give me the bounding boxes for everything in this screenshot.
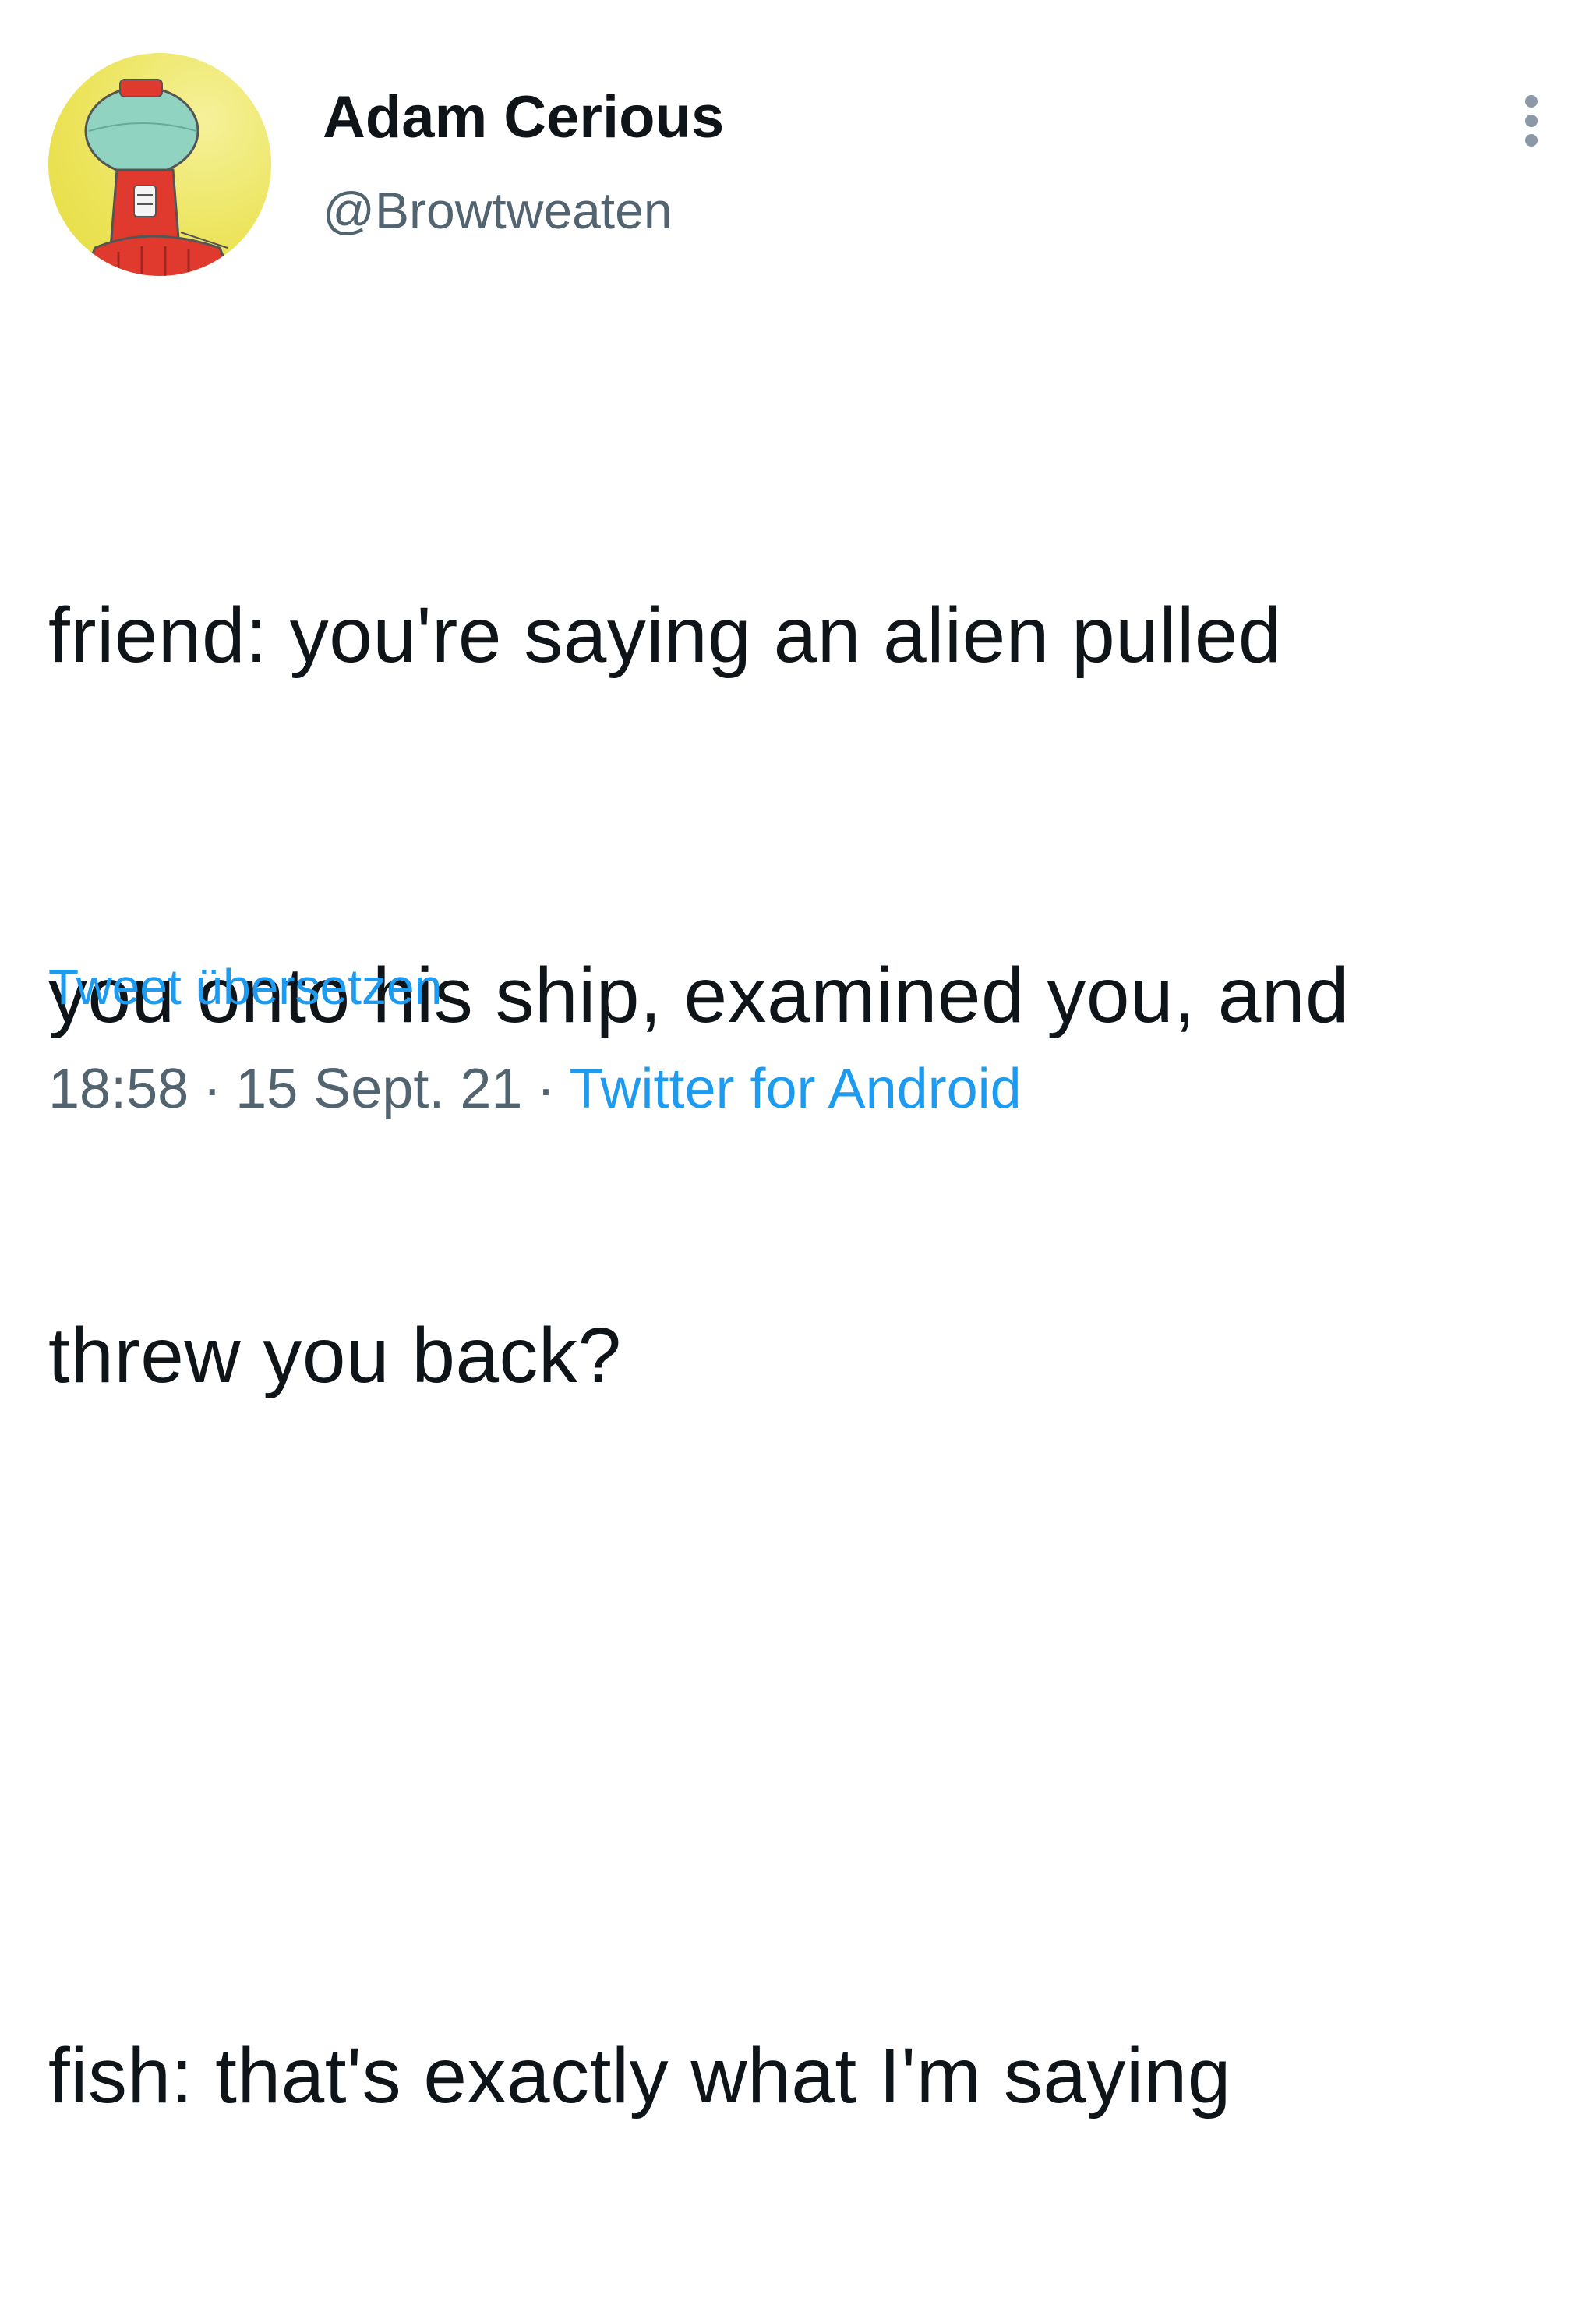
translate-tweet-link[interactable]: Tweet übersetzen — [48, 956, 442, 1018]
meta-separator: · — [536, 1058, 556, 1120]
author-handle[interactable]: @Browtweaten — [323, 179, 673, 242]
tweet-source-link[interactable]: Twitter for Android — [569, 1058, 1021, 1120]
avatar[interactable] — [48, 53, 271, 276]
robot-gumball-avatar-icon — [82, 79, 233, 276]
tweet-time[interactable]: 18:58 — [48, 1058, 189, 1120]
tweet-card: Adam Cerious @Browtweaten friend: you're… — [0, 0, 1596, 2119]
meta-separator: · — [203, 1058, 222, 1120]
tweet-text: friend: you're saying an alien pulled yo… — [48, 335, 1560, 2298]
tweet-metadata: 18:58 · 15 Sept. 21 · Twitter for Android — [48, 1054, 1022, 1124]
tweet-text-line: friend: you're saying an alien pulled — [48, 592, 1283, 679]
tweet-text-line: threw you back? — [48, 1312, 622, 1399]
tweet-date[interactable]: 15 Sept. 21 — [235, 1058, 522, 1120]
tweet-text-line: fish: that's exactly what I'm saying — [48, 2032, 1231, 2119]
more-options-button[interactable] — [1508, 86, 1555, 156]
more-vertical-icon — [1525, 95, 1538, 147]
author-display-name[interactable]: Adam Cerious — [323, 83, 724, 153]
